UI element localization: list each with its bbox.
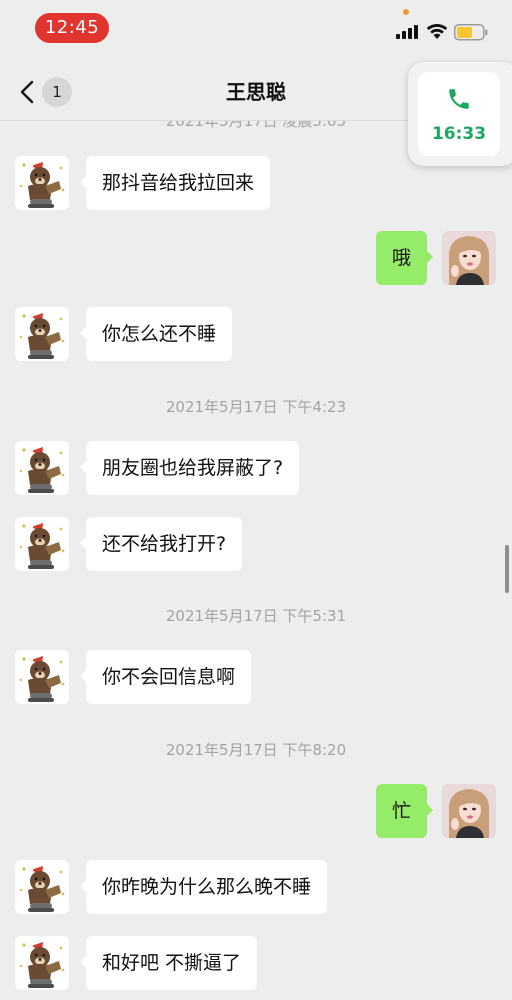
- phone-icon: [449, 89, 469, 109]
- call-duration: 16:33: [431, 124, 487, 144]
- scrollbar[interactable]: [505, 545, 509, 593]
- contact-avatar[interactable]: [15, 441, 69, 495]
- timestamp: 2021年5月17日 下午5:31: [165, 607, 347, 625]
- timestamp: 2021年5月17日 下午4:23: [165, 398, 347, 416]
- incoming-message-bubble[interactable]: 你昨晚为什么那么晚不睡: [79, 860, 328, 914]
- call-widget-card: 16:33: [418, 72, 500, 156]
- contact-avatar[interactable]: [15, 307, 69, 361]
- signal-icon: [396, 25, 418, 39]
- privacy-indicator-dot: [403, 9, 409, 15]
- incoming-message-bubble[interactable]: 还不给我打开?: [79, 517, 243, 571]
- timestamp: 2021年5月17日 下午8:20: [165, 741, 347, 759]
- status-time: 12:45: [35, 13, 109, 43]
- outgoing-message-bubble[interactable]: 忙: [375, 784, 434, 838]
- battery-icon: [454, 24, 488, 41]
- call-floating-widget[interactable]: 16:33: [408, 62, 512, 166]
- contact-avatar[interactable]: [15, 860, 69, 914]
- my-avatar[interactable]: [442, 231, 496, 285]
- message-list[interactable]: 2021年5月17日 凌晨5:05 那抖音给我拉回来 哦 你怎么还不睡 2021…: [0, 121, 512, 1000]
- contact-avatar[interactable]: [15, 650, 69, 704]
- wifi-icon: [426, 23, 448, 39]
- my-avatar[interactable]: [442, 784, 496, 838]
- outgoing-message-bubble[interactable]: 哦: [375, 231, 434, 285]
- incoming-message-bubble[interactable]: 和好吧 不撕逼了: [79, 936, 258, 990]
- incoming-message-bubble[interactable]: 那抖音给我拉回来: [79, 156, 271, 210]
- incoming-message-bubble[interactable]: 朋友圈也给我屏蔽了?: [79, 441, 300, 495]
- incoming-message-bubble[interactable]: 你不会回信息啊: [79, 650, 252, 704]
- incoming-message-bubble[interactable]: 你怎么还不睡: [79, 307, 233, 361]
- contact-avatar[interactable]: [15, 936, 69, 990]
- status-bar: 12:45: [0, 0, 512, 56]
- contact-avatar[interactable]: [15, 156, 69, 210]
- contact-avatar[interactable]: [15, 517, 69, 571]
